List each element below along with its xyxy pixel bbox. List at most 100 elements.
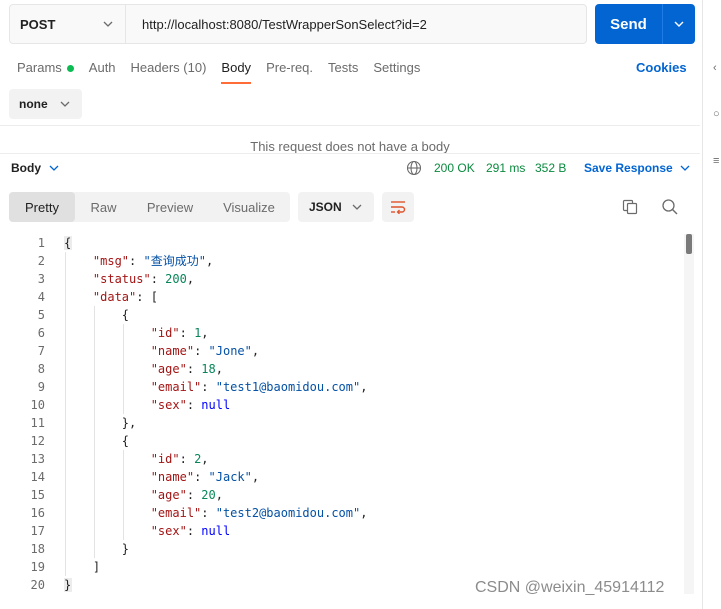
method-select[interactable]: POST — [10, 5, 126, 43]
code-line: 16 "email": "test2@baomidou.com", — [0, 504, 690, 522]
code-line: 8 "age": 18, — [0, 360, 690, 378]
response-code-editor[interactable]: 1{2 "msg": "查询成功", 3 "status": 200, 4 "dat… — [0, 234, 690, 594]
line-number: 10 — [30, 398, 45, 412]
code-line: 4 "data": [ — [0, 288, 690, 306]
divider — [0, 125, 700, 126]
line-number: 17 — [30, 524, 45, 538]
tab-body[interactable]: Body — [221, 58, 251, 84]
line-number: 15 — [30, 488, 45, 502]
line-number: 1 — [37, 236, 45, 250]
code-text: "sex": null — [150, 398, 231, 412]
response-size[interactable]: 352 B — [535, 160, 566, 176]
code-line: 5 { — [0, 306, 690, 324]
watermark: CSDN @weixin_45914112 — [475, 579, 665, 596]
line-number: 8 — [37, 362, 45, 376]
line-number: 2 — [37, 254, 45, 268]
tab-params[interactable]: Params — [17, 58, 74, 84]
format-select[interactable]: JSON — [298, 192, 374, 222]
code-line: 7 "name": "Jone", — [0, 342, 690, 360]
tab-tests[interactable]: Tests — [328, 58, 358, 84]
code-line: 12 { — [0, 432, 690, 450]
line-number: 6 — [37, 326, 45, 340]
chevron-down-icon — [680, 165, 690, 171]
code-text: "status": 200, — [92, 272, 195, 286]
right-sidebar-divider — [702, 0, 703, 609]
code-line: 19 ] — [0, 558, 690, 576]
chevron-down-icon — [49, 165, 59, 171]
code-line: 1{ — [0, 234, 690, 252]
chevron-down-icon — [352, 204, 362, 210]
tab-preview[interactable]: Preview — [132, 192, 208, 222]
response-section-select[interactable]: Body — [11, 160, 59, 176]
line-number: 5 — [37, 308, 45, 322]
code-text: }, — [64, 416, 137, 430]
chevron-down-icon — [674, 21, 684, 27]
code-text: "email": "test2@baomidou.com", — [150, 506, 368, 520]
code-line: 14 "name": "Jack", — [0, 468, 690, 486]
wrap-lines-icon — [391, 201, 406, 214]
url-input[interactable]: http://localhost:8080/TestWrapperSonSele… — [126, 5, 586, 43]
line-number: 7 — [37, 344, 45, 358]
chevron-down-icon — [103, 21, 113, 27]
params-active-dot — [66, 65, 74, 72]
cookies-link[interactable]: Cookies — [636, 58, 687, 78]
copy-icon[interactable] — [621, 198, 639, 216]
tab-auth[interactable]: Auth — [89, 58, 116, 84]
code-line: 13 "id": 2, — [0, 450, 690, 468]
body-type-select[interactable]: none — [9, 89, 82, 119]
code-text: "age": 18, — [150, 362, 223, 376]
send-button-group: Send — [595, 4, 695, 44]
tab-settings[interactable]: Settings — [373, 58, 420, 84]
line-number: 16 — [30, 506, 45, 520]
no-body-message: This request does not have a body — [250, 139, 450, 153]
divider[interactable] — [0, 153, 700, 154]
code-text: { — [64, 308, 130, 322]
sidebar-info-icon[interactable]: ○ — [713, 108, 720, 120]
code-text: } — [64, 578, 72, 592]
line-number: 9 — [37, 380, 45, 394]
tab-headers[interactable]: Headers (10) — [131, 58, 207, 84]
response-section-label: Body — [11, 161, 41, 175]
code-line: 6 "id": 1, — [0, 324, 690, 342]
tab-pre-request[interactable]: Pre-req. — [266, 58, 313, 84]
send-button[interactable]: Send — [595, 4, 662, 44]
url-text: http://localhost:8080/TestWrapperSonSele… — [142, 16, 427, 32]
sidebar-expand-icon[interactable]: ‹ — [713, 62, 717, 74]
chevron-down-icon — [60, 101, 70, 107]
tab-raw[interactable]: Raw — [75, 192, 132, 222]
save-response-label: Save Response — [584, 161, 673, 175]
code-text: "sex": null — [150, 524, 231, 538]
wrap-lines-button[interactable] — [382, 192, 414, 222]
save-response-button[interactable]: Save Response — [584, 160, 690, 176]
code-text: { — [64, 434, 130, 448]
tab-visualize[interactable]: Visualize — [208, 192, 290, 222]
code-text: ] — [64, 560, 101, 574]
code-text: "name": "Jack", — [150, 470, 260, 484]
search-icon[interactable] — [661, 198, 679, 216]
tab-pre-request-label: Pre-req. — [266, 60, 314, 75]
method-label: POST — [20, 16, 56, 32]
code-line: 18 } — [0, 540, 690, 558]
line-number: 3 — [37, 272, 45, 286]
code-text: "id": 1, — [150, 326, 209, 340]
code-line: 9 "email": "test1@baomidou.com", — [0, 378, 690, 396]
response-status[interactable]: 200 OK — [434, 160, 475, 176]
line-number: 19 — [30, 560, 45, 574]
line-number: 11 — [30, 416, 45, 430]
format-label: JSON — [309, 200, 342, 214]
request-tabs: Params Auth Headers (10) Body Pre-req. T… — [17, 58, 435, 84]
code-text: } — [64, 542, 130, 556]
code-text: "msg": "查询成功", — [92, 254, 214, 268]
response-time[interactable]: 291 ms — [486, 160, 525, 176]
code-text: "id": 2, — [150, 452, 209, 466]
line-number: 13 — [30, 452, 45, 466]
code-text: { — [64, 236, 72, 250]
code-text: "age": 20, — [150, 488, 223, 502]
sidebar-list-icon[interactable]: ≡ — [713, 155, 719, 167]
tab-tests-label: Tests — [328, 60, 359, 75]
view-tabs: Pretty Raw Preview Visualize — [9, 192, 290, 222]
globe-icon[interactable] — [406, 160, 422, 176]
tab-pretty[interactable]: Pretty — [9, 192, 75, 222]
code-line: 3 "status": 200, — [0, 270, 690, 288]
send-options-button[interactable] — [662, 4, 695, 44]
